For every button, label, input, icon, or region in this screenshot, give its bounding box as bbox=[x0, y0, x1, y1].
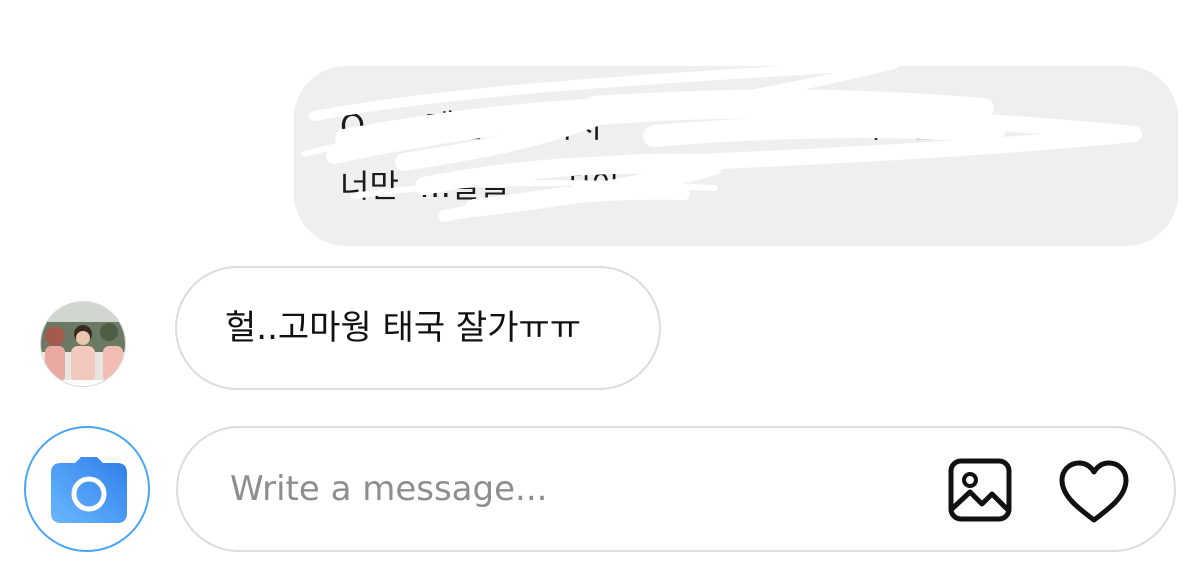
sent-message-bubble[interactable]: Q …제안해주셔서 지그는 너만 …말을 …지아 ❤ bbox=[294, 66, 1178, 246]
camera-icon bbox=[51, 457, 127, 523]
message-input[interactable] bbox=[230, 464, 870, 514]
received-message-text: 헐..고마웡 태국 잘가ㅠㅠ bbox=[225, 308, 582, 348]
sent-line2-fragment-end: …지아 bbox=[530, 167, 622, 205]
redaction-scribble bbox=[301, 66, 1142, 222]
avatar[interactable] bbox=[40, 301, 126, 387]
received-message-bubble[interactable]: 헐..고마웡 태국 잘가ㅠㅠ bbox=[175, 266, 661, 390]
heart-emoji-icon: ❤ bbox=[637, 170, 663, 205]
sent-line1-fragment-end: 지그는 bbox=[852, 107, 941, 145]
image-gallery-icon[interactable] bbox=[948, 458, 1012, 522]
sent-message-line-2: 너만 …말을 …지아 ❤ bbox=[340, 166, 662, 208]
message-composer[interactable] bbox=[176, 426, 1176, 552]
avatar-photo bbox=[41, 302, 125, 386]
sent-line1-fragment-mid: …제안해주셔서 bbox=[393, 107, 602, 145]
sent-line2-fragment-mid: …말을 bbox=[419, 167, 510, 205]
camera-button[interactable] bbox=[24, 426, 150, 552]
heart-icon[interactable] bbox=[1058, 460, 1130, 524]
sent-message-line-1: Q …제안해주셔서 지그는 bbox=[340, 106, 941, 146]
sent-line1-fragment-start: Q bbox=[340, 107, 366, 145]
sent-line2-fragment-start: 너만 bbox=[340, 167, 399, 205]
